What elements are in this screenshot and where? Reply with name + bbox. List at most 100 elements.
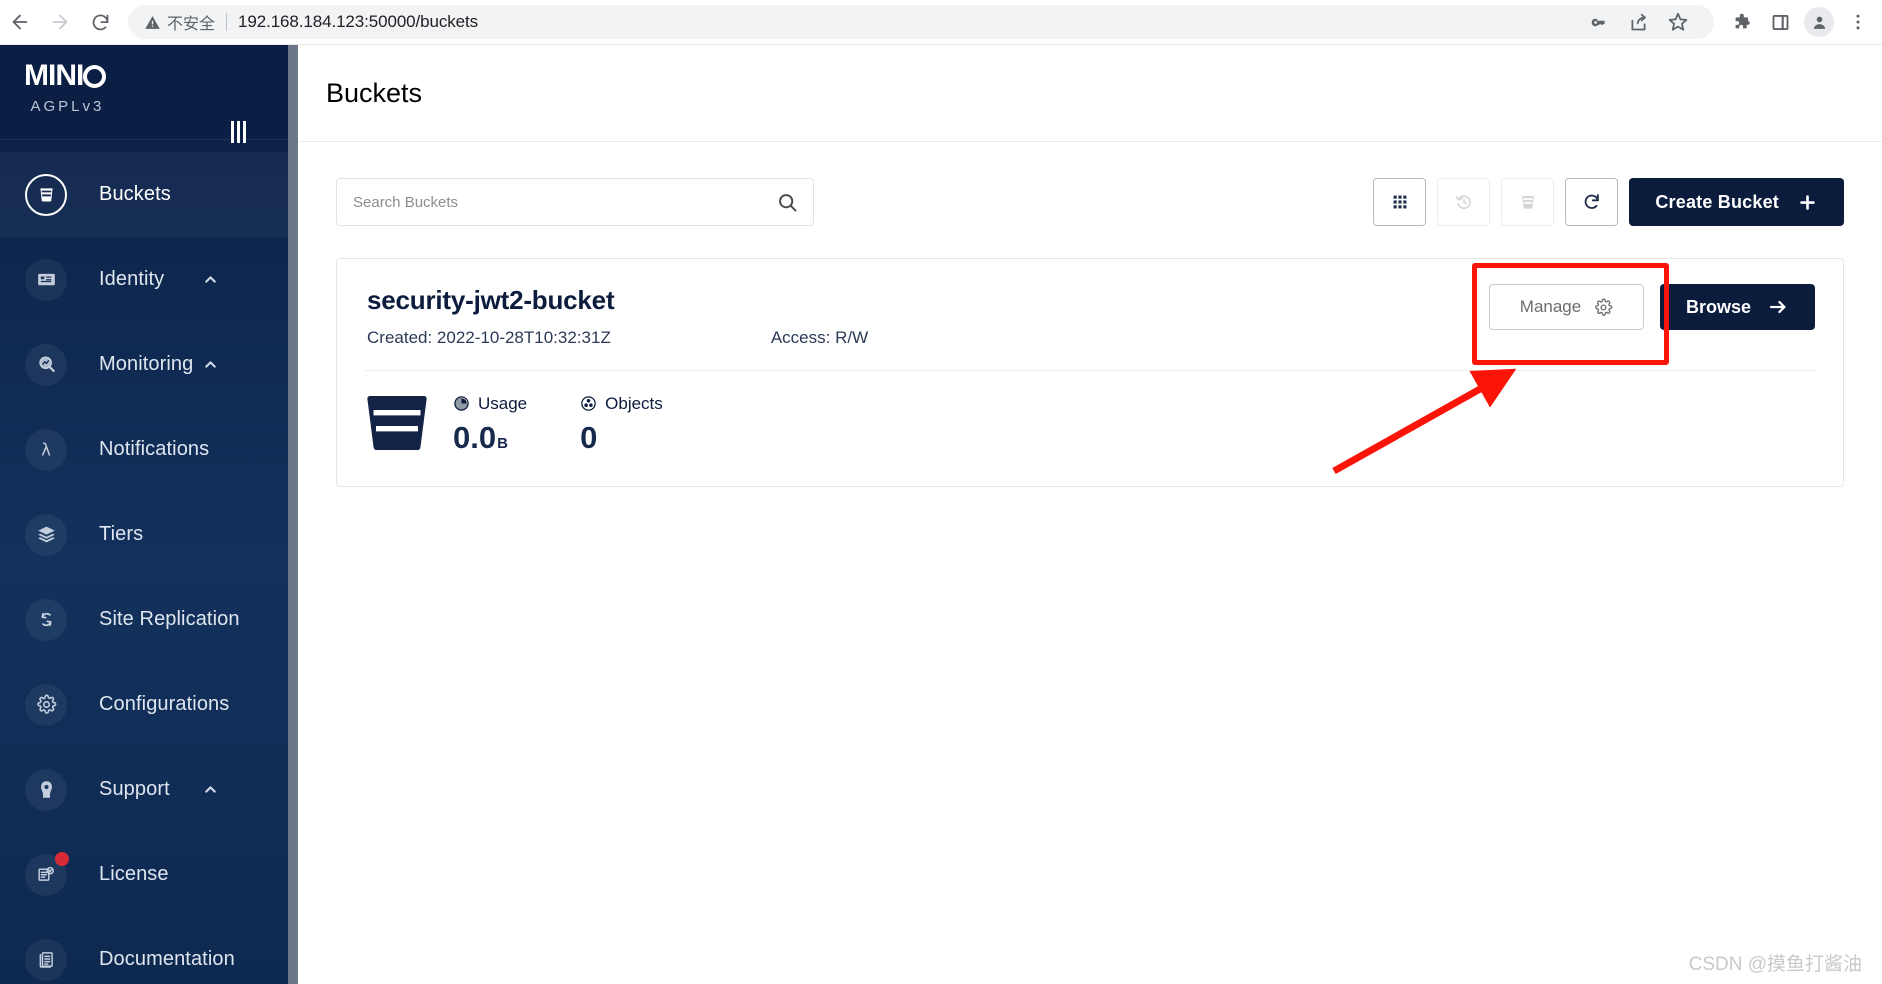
chrome-menu-icon xyxy=(1856,14,1860,30)
sidebar-item-support[interactable]: Support xyxy=(0,747,298,832)
bucket-card-header: security-jwt2-bucket Created: 2022-10-28… xyxy=(365,259,1815,370)
sidebar-item-license[interactable]: License xyxy=(0,832,298,917)
content-area: Create Bucket security-jwt2-bucket Creat… xyxy=(298,142,1882,487)
sidebar: MIN I AGPLv3 Buckets Identity Monitoring… xyxy=(0,45,298,984)
sidebar-item-site-replication[interactable]: Site Replication xyxy=(0,577,298,662)
lambda-glyph: λ xyxy=(41,440,51,459)
bucket-meta: security-jwt2-bucket Created: 2022-10-28… xyxy=(365,285,868,348)
minio-logo-o-icon xyxy=(83,64,107,88)
page-header: Buckets xyxy=(298,45,1882,142)
minio-logo-text: MIN xyxy=(24,59,77,92)
grid-icon xyxy=(1393,195,1407,209)
collapse-sidebar-button[interactable] xyxy=(231,121,246,143)
bucket-access-level: Access: R/W xyxy=(770,328,869,347)
chevron-up-icon[interactable] xyxy=(197,267,223,293)
sidebar-item-documentation[interactable]: Documentation xyxy=(0,917,298,984)
share-icon xyxy=(1631,13,1646,30)
gear-icon xyxy=(25,683,67,726)
identity-glyph xyxy=(37,273,55,286)
objects-icon xyxy=(581,396,596,411)
minio-logo-i: I xyxy=(76,59,84,92)
extensions-button[interactable] xyxy=(1724,4,1760,40)
search-input[interactable] xyxy=(353,193,776,211)
lambda-icon: λ xyxy=(25,428,67,471)
rewind-button[interactable] xyxy=(1437,178,1491,226)
browse-label: Browse xyxy=(1685,296,1752,317)
stat-value: 0 xyxy=(580,419,598,455)
manage-label: Manage xyxy=(1519,297,1582,316)
sidebar-item-configurations[interactable]: Configurations xyxy=(0,662,298,747)
reload-button[interactable] xyxy=(80,2,120,42)
forward-arrow-icon xyxy=(52,14,68,30)
sidebar-item-label: Identity xyxy=(99,268,165,290)
browse-button[interactable]: Browse xyxy=(1660,284,1815,330)
sidebar-item-label: Configurations xyxy=(99,693,230,715)
layers-icon xyxy=(25,513,67,556)
grid-view-button[interactable] xyxy=(1373,178,1427,226)
search-glyph xyxy=(779,193,797,212)
create-bucket-button[interactable]: Create Bucket xyxy=(1629,178,1844,226)
stat-usage: Usage 0.0 B xyxy=(453,394,527,456)
sidebar-item-label: License xyxy=(99,863,169,885)
sidebar-item-label: Site Replication xyxy=(99,608,240,630)
stat-label: Usage xyxy=(478,393,528,413)
password-manager-button[interactable] xyxy=(1580,4,1616,40)
stat-value: 0.0 xyxy=(453,419,497,455)
page-title: Buckets xyxy=(326,77,423,108)
refresh-button[interactable] xyxy=(1565,178,1619,226)
chevron-up-glyph xyxy=(204,786,216,793)
manage-button[interactable]: Manage xyxy=(1489,284,1644,330)
svg-text:λ: λ xyxy=(41,440,51,459)
stat-label: Objects xyxy=(605,393,663,413)
plus-icon xyxy=(1800,194,1815,210)
gear-icon xyxy=(1595,298,1613,316)
profile-avatar-icon xyxy=(1813,16,1825,29)
monitoring-glyph xyxy=(38,356,55,373)
back-button[interactable] xyxy=(0,2,40,42)
sidebar-item-identity[interactable]: Identity xyxy=(0,237,298,322)
back-arrow-icon xyxy=(12,14,28,30)
buckets-toolbar: Create Bucket xyxy=(336,178,1844,226)
chevron-up-glyph xyxy=(204,276,216,283)
search-buckets-field[interactable] xyxy=(336,178,814,226)
identity-card-icon xyxy=(25,258,67,301)
bucket-icon xyxy=(367,393,427,456)
chevron-up-glyph xyxy=(204,361,216,368)
chrome-menu-button[interactable] xyxy=(1840,4,1876,40)
security-status[interactable]: 不安全 xyxy=(144,10,215,34)
stat-objects: Objects 0 xyxy=(580,394,663,456)
watermark: CSDN @摸鱼打酱油 xyxy=(1688,954,1862,975)
star-icon xyxy=(1668,12,1688,31)
main-content: Buckets Search Buckets Create Bucket sec… xyxy=(298,45,1882,984)
sidebar-scrollbar[interactable] xyxy=(288,45,298,984)
delete-bucket-button[interactable] xyxy=(1501,178,1555,226)
forward-button[interactable] xyxy=(40,2,80,42)
license-document-icon xyxy=(25,851,69,896)
sidebar-item-label: Support xyxy=(99,778,170,800)
profile-avatar[interactable] xyxy=(1804,7,1834,37)
sidebar-item-buckets[interactable]: Buckets xyxy=(0,152,298,237)
create-bucket-label: Create Bucket xyxy=(1655,191,1779,212)
documentation-glyph xyxy=(39,952,53,968)
sidebar-item-tiers[interactable]: Tiers xyxy=(0,492,298,577)
license-tag: AGPLv3 xyxy=(30,98,105,115)
chevron-up-icon[interactable] xyxy=(197,352,223,378)
address-bar[interactable]: 不安全 192.168.184.123:50000/buckets xyxy=(128,5,1714,39)
side-panel-button[interactable] xyxy=(1762,4,1798,40)
sidebar-item-label: Tiers xyxy=(99,523,144,545)
share-button[interactable] xyxy=(1620,4,1656,40)
bucket-card[interactable]: security-jwt2-bucket Created: 2022-10-28… xyxy=(336,258,1844,487)
bucket-card-actions: Manage Browse xyxy=(1489,284,1815,330)
side-panel-icon xyxy=(1772,14,1788,30)
gear-glyph xyxy=(36,694,56,714)
minio-logo: MIN I AGPLv3 xyxy=(24,59,107,115)
search-icon[interactable] xyxy=(776,191,799,214)
sidebar-item-label: Buckets xyxy=(99,183,171,205)
warning-triangle-icon xyxy=(145,15,160,29)
chevron-up-icon[interactable] xyxy=(197,777,223,803)
bookmark-button[interactable] xyxy=(1660,4,1696,40)
sidebar-menu: Buckets Identity Monitoring λ Notificati… xyxy=(0,140,298,984)
sidebar-item-notifications[interactable]: λ Notifications xyxy=(0,407,298,492)
sidebar-item-label: Documentation xyxy=(99,948,235,970)
sidebar-item-monitoring[interactable]: Monitoring xyxy=(0,322,298,407)
